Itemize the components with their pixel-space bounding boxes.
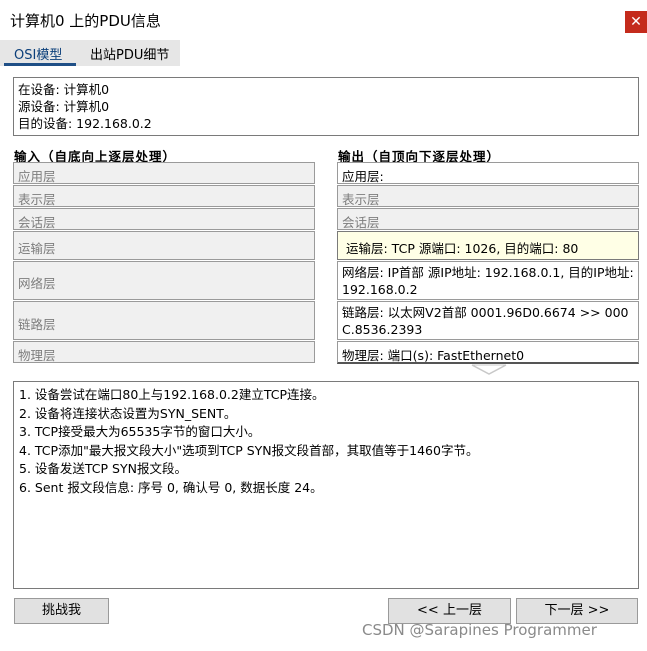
in-layer-application[interactable]: 应用层 — [13, 162, 315, 184]
out-layer-network[interactable]: 网络层: IP首部 源IP地址: 192.168.0.1, 目的IP地址: 19… — [337, 261, 639, 300]
in-layer-datalink[interactable]: 链路层 — [13, 301, 315, 340]
out-layer-session[interactable]: 会话层 — [337, 208, 639, 230]
out-layer-datalink[interactable]: 链路层: 以太网V2首部 0001.96D0.6674 >> 000C.8536… — [337, 301, 639, 340]
device-info-panel: 在设备: 计算机0 源设备: 计算机0 目的设备: 192.168.0.2 — [13, 77, 639, 136]
challenge-me-button[interactable]: 挑战我 — [14, 598, 109, 624]
log-line: 4. TCP添加"最大报文段大小"选项到TCP SYN报文段首部，其取值等于14… — [19, 442, 479, 458]
log-line: 2. 设备将连接状态设置为SYN_SENT。 — [19, 405, 237, 421]
active-tab-indicator — [4, 63, 76, 66]
log-line: 6. Sent 报文段信息: 序号 0, 确认号 0, 数据长度 24。 — [19, 479, 323, 495]
title-bar: 计算机0 上的PDU信息 ✕ — [0, 0, 647, 40]
tab-bar: OSI模型 出站PDU细节 — [0, 40, 647, 66]
tab-osi-model[interactable]: OSI模型 — [14, 44, 62, 63]
out-layer-application[interactable]: 应用层: — [337, 162, 639, 184]
log-line: 3. TCP接受最大为65535字节的窗口大小。 — [19, 424, 261, 440]
window-title: 计算机0 上的PDU信息 — [10, 12, 161, 30]
out-layer-presentation[interactable]: 表示层 — [337, 185, 639, 207]
close-icon: ✕ — [630, 14, 642, 30]
chevron-down-icon — [471, 364, 507, 375]
in-layer-transport[interactable]: 运输层 — [13, 231, 315, 260]
event-log-panel[interactable]: 1. 设备尝试在端口80上与192.168.0.2建立TCP连接。 2. 设备将… — [13, 381, 639, 589]
destination-device-line: 目的设备: 192.168.0.2 — [18, 116, 152, 131]
log-line: 1. 设备尝试在端口80上与192.168.0.2建立TCP连接。 — [19, 387, 325, 402]
in-layer-session[interactable]: 会话层 — [13, 208, 315, 230]
in-layer-network[interactable]: 网络层 — [13, 261, 315, 300]
at-device-line: 在设备: 计算机0 — [18, 82, 110, 97]
watermark: CSDN @Sarapines Programmer — [362, 621, 597, 639]
in-layer-physical[interactable]: 物理层 — [13, 341, 315, 363]
out-layer-physical[interactable]: 物理层: 端口(s): FastEthernet0 — [337, 341, 639, 364]
close-button[interactable]: ✕ — [625, 11, 647, 33]
tab-outbound-pdu-details[interactable]: 出站PDU细节 — [90, 44, 169, 63]
out-layer-transport[interactable]: 运输层: TCP 源端口: 1026, 目的端口: 80 — [337, 231, 639, 260]
in-layer-presentation[interactable]: 表示层 — [13, 185, 315, 207]
source-device-line: 源设备: 计算机0 — [18, 99, 110, 114]
log-line: 5. 设备发送TCP SYN报文段。 — [19, 461, 187, 477]
